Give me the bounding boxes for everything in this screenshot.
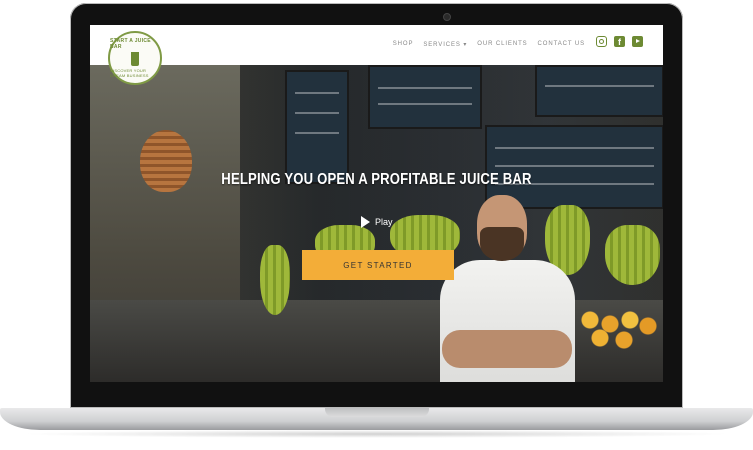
nav-our-clients[interactable]: OUR CLIENTS	[477, 41, 527, 48]
menu-board	[535, 65, 663, 117]
site-logo[interactable]: START A JUICE BAR DISCOVER YOUR DREAM BU…	[108, 31, 162, 85]
site-header: SHOP SERVICES ▾ OUR CLIENTS CONTACT US f	[90, 25, 663, 65]
nav-shop[interactable]: SHOP	[393, 41, 414, 48]
logo-bottom-text: DISCOVER YOUR DREAM BUSINESS	[110, 68, 149, 78]
play-label: Play	[375, 217, 393, 227]
webcam	[443, 13, 451, 21]
menu-board	[368, 65, 482, 129]
orange-pile	[580, 310, 660, 350]
play-icon	[361, 216, 370, 228]
banana-bunch	[260, 245, 290, 315]
logo-top-text: START A JUICE BAR	[110, 38, 151, 50]
nav-services[interactable]: SERVICES ▾	[423, 41, 467, 48]
laptop-screen: SHOP SERVICES ▾ OUR CLIENTS CONTACT US f…	[90, 25, 663, 382]
main-nav: SHOP SERVICES ▾ OUR CLIENTS CONTACT US	[393, 41, 585, 48]
facebook-icon[interactable]: f	[614, 36, 625, 47]
youtube-icon[interactable]	[632, 36, 643, 47]
juice-glass-icon	[131, 52, 139, 66]
play-video-button[interactable]: Play	[361, 216, 393, 228]
person-arms	[442, 330, 572, 368]
banana-bunch	[605, 225, 660, 285]
instagram-icon[interactable]	[596, 36, 607, 47]
person-beard	[480, 227, 524, 261]
laptop-notch	[325, 408, 429, 417]
get-started-button[interactable]: GET STARTED	[302, 250, 454, 280]
social-links: f	[596, 36, 643, 47]
hero-headline: HELPING YOU OPEN A PROFITABLE JUICE BAR	[221, 171, 532, 188]
menu-board	[285, 70, 349, 184]
nav-contact-us[interactable]: CONTACT US	[538, 41, 585, 48]
juice-counter	[90, 300, 663, 382]
laptop-shadow	[20, 430, 733, 438]
